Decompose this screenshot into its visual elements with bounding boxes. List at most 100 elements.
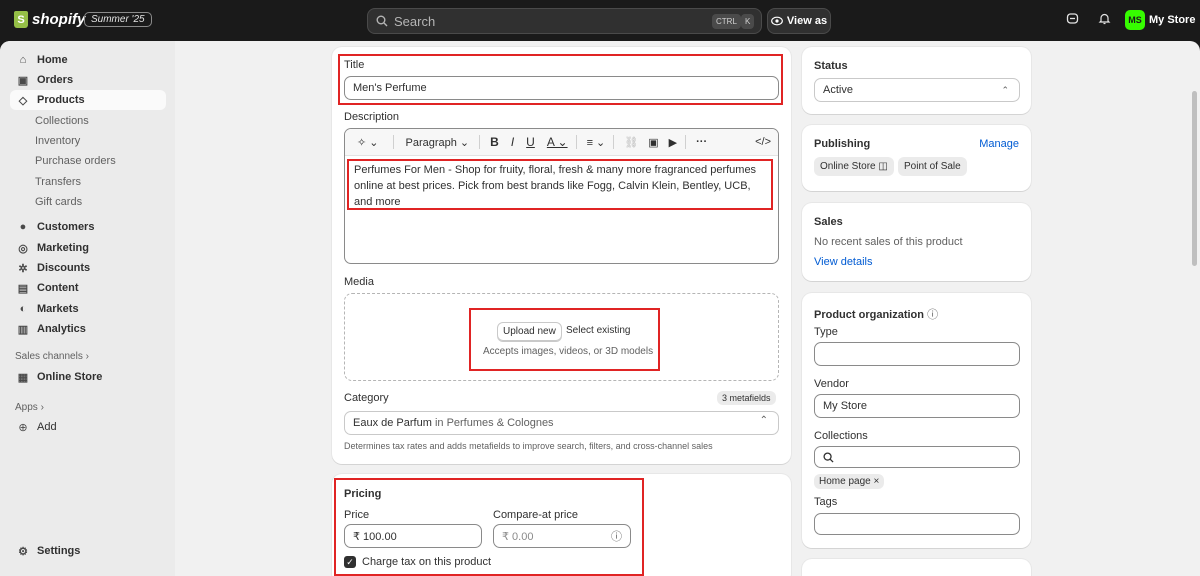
italic-icon[interactable]: I (511, 135, 514, 149)
sidebar-item-label: Online Store (37, 371, 103, 383)
inbox-icon: ▣ (17, 74, 29, 87)
scrollbar-thumb[interactable] (1192, 91, 1197, 266)
collection-tag-home-page[interactable]: Home page × (814, 474, 885, 489)
sidebar-item-label: Content (37, 282, 79, 294)
highlight-description (347, 159, 773, 210)
sidebar-item-home[interactable]: ⌂ Home (10, 50, 166, 70)
view-as-button[interactable]: View as (767, 8, 831, 34)
status-select[interactable]: Active ⌃ (814, 78, 1020, 102)
sidebar: ⌂ Home ▣ Orders ◇ Products Collections Inve… (0, 41, 175, 576)
align-icon[interactable]: ≡ ⌄ (587, 136, 606, 149)
target-icon: ◎ (18, 242, 28, 255)
sales-card: Sales No recent sales of this product Vi… (802, 203, 1031, 281)
magic-icon[interactable]: ✧ ⌄ (357, 136, 379, 149)
discount-icon: ✲ (18, 262, 28, 275)
sidebar-item-label: Markets (37, 303, 79, 315)
shopify-logo[interactable]: S shopify (14, 11, 85, 28)
chevron-right-icon: › (40, 402, 44, 413)
metafields-badge[interactable]: 3 metafields (717, 391, 776, 405)
sidebar-subitem-gift-cards[interactable]: Gift cards (35, 196, 82, 208)
bold-icon[interactable]: B (490, 135, 499, 149)
highlight-media (469, 308, 660, 371)
sidebar-item-marketing[interactable]: ◎ Marketing (10, 238, 166, 258)
content-icon: ▤ (17, 282, 29, 295)
sidebar-item-label: Add (37, 421, 57, 433)
channel-point-of-sale[interactable]: Point of Sale (898, 157, 967, 176)
sidebar-subitem-purchase-orders[interactable]: Purchase orders (35, 155, 116, 167)
sidebar-item-markets[interactable]: ◐ Markets (10, 299, 166, 319)
vendor-input[interactable]: My Store (814, 394, 1020, 418)
highlight-pricing (334, 478, 644, 576)
search-input[interactable] (394, 13, 674, 29)
paragraph-select[interactable]: Paragraph ⌄ (406, 136, 470, 149)
collections-search-input[interactable] (814, 446, 1020, 468)
sidebar-item-discounts[interactable]: ✲ Discounts (10, 258, 166, 278)
view-as-label: View as (786, 15, 828, 27)
manage-link[interactable]: Manage (979, 138, 1019, 150)
top-bar: S shopify Summer '25 CTRL K View as MS M… (0, 0, 1200, 41)
link-icon[interactable]: ⛓ (624, 136, 638, 149)
next-card (802, 559, 1031, 576)
type-label: Type (814, 326, 838, 338)
info-icon[interactable]: ⓘ (927, 309, 938, 321)
avatar[interactable]: MS (1125, 10, 1145, 30)
category-value: Eaux de Parfum (353, 417, 432, 429)
calendar-icon: ◫ (878, 161, 888, 172)
sidebar-item-label: Customers (37, 221, 95, 233)
search-bar[interactable]: CTRL K (367, 8, 762, 34)
status-heading: Status (814, 60, 848, 72)
apps-heading[interactable]: Apps › (15, 402, 44, 413)
code-icon[interactable]: </> (755, 136, 771, 148)
select-chevron-icon: ⌃ (1001, 84, 1009, 95)
store-name[interactable]: My Store (1149, 14, 1195, 26)
text-color-icon[interactable]: A ⌄ (547, 135, 568, 149)
bell-icon[interactable] (1096, 12, 1112, 28)
main-area: ⌂ Home ▣ Orders ◇ Products Collections Inve… (0, 41, 1200, 576)
sidebar-item-settings[interactable]: ⚙ Settings (10, 541, 166, 561)
sidebar-subitem-collections[interactable]: Collections (35, 115, 89, 127)
publishing-heading: Publishing (814, 138, 871, 150)
select-chevron-icon: ⌃ (759, 415, 768, 426)
highlight-title (338, 54, 783, 105)
edition-badge[interactable]: Summer '25 (84, 12, 152, 27)
tags-input[interactable] (814, 513, 1020, 535)
image-icon[interactable]: ▣ (648, 136, 658, 149)
sidebar-subitem-transfers[interactable]: Transfers (35, 176, 81, 188)
editor-toolbar: ✧ ⌄ Paragraph ⌄ B I U A ⌄ ≡ ⌄ ⛓ ▣ ▶ ··· … (345, 129, 778, 156)
search-icon (823, 451, 834, 463)
sidebar-item-content[interactable]: ▤ Content (10, 278, 166, 298)
sidebar-item-label: Home (37, 54, 68, 66)
sidebar-item-online-store[interactable]: ▦ Online Store (10, 367, 166, 387)
type-input[interactable] (814, 342, 1020, 366)
underline-icon[interactable]: U (526, 135, 535, 149)
collections-label: Collections (814, 430, 868, 442)
product-organization-card: Product organization ⓘ Type Vendor My St… (802, 293, 1031, 548)
description-label: Description (344, 111, 400, 123)
view-details-link[interactable]: View details (814, 256, 873, 268)
category-select[interactable]: Eaux de Parfum in Perfumes & Colognes ⌃ (344, 411, 779, 435)
sidebar-item-orders[interactable]: ▣ Orders (10, 70, 166, 90)
kbd-k: K (741, 14, 755, 29)
status-value: Active (823, 84, 853, 96)
close-icon[interactable]: × (873, 476, 879, 487)
sidebar-item-label: Marketing (37, 242, 89, 254)
organization-heading: Product organization ⓘ (814, 309, 939, 321)
more-icon[interactable]: ··· (696, 136, 707, 148)
media-label: Media (344, 276, 374, 288)
sidebar-subitem-inventory[interactable]: Inventory (35, 135, 80, 147)
video-icon[interactable]: ▶ (669, 136, 677, 149)
sidebar-item-customers[interactable]: ● Customers (10, 217, 166, 237)
alert-icon[interactable] (1064, 12, 1080, 28)
sales-heading: Sales (814, 216, 843, 228)
sidebar-item-label: Products (37, 94, 85, 106)
channel-online-store[interactable]: Online Store ◫ (814, 157, 894, 176)
sidebar-item-add[interactable]: ⊕ Add (10, 417, 166, 437)
sidebar-item-products[interactable]: ◇ Products (10, 90, 166, 110)
status-card: Status Active ⌃ (802, 47, 1031, 114)
chevron-right-icon: › (85, 351, 89, 362)
eye-icon (771, 16, 783, 26)
sales-channels-heading[interactable]: Sales channels › (15, 351, 89, 362)
sidebar-item-label: Orders (37, 74, 74, 86)
sidebar-item-analytics[interactable]: ▥ Analytics (10, 319, 166, 339)
sales-text: No recent sales of this product (814, 236, 963, 248)
